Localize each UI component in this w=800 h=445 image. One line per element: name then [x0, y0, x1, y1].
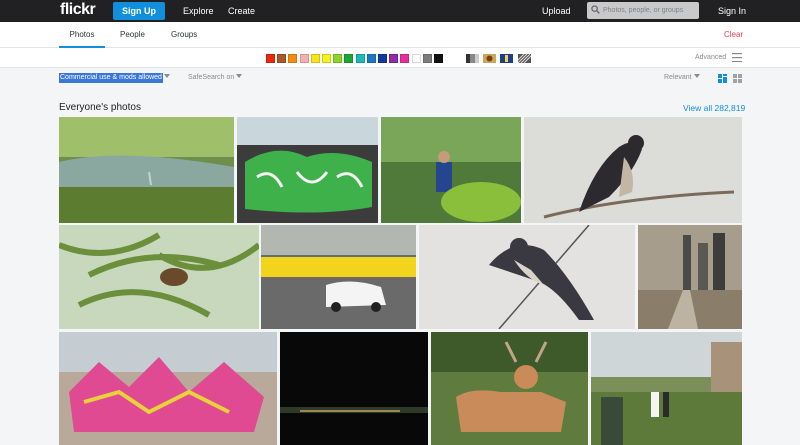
photo-park-wedding[interactable]: [591, 332, 742, 445]
tab-groups[interactable]: Groups: [171, 22, 197, 48]
search-input[interactable]: Photos, people, or groups: [587, 2, 699, 19]
photo-swallow-on-branch[interactable]: [524, 117, 742, 223]
black-and-white-icon[interactable]: [466, 54, 479, 63]
chevron-down-icon[interactable]: [694, 74, 700, 78]
patterns-icon[interactable]: [518, 54, 531, 63]
grid-view-icon[interactable]: [733, 74, 742, 83]
license-filter[interactable]: Commercial use & mods allowed: [59, 73, 163, 83]
advanced-menu-icon[interactable]: [732, 53, 742, 62]
sort-dropdown[interactable]: Relevant: [664, 73, 692, 83]
photo-bird-in-leaves[interactable]: [59, 225, 259, 329]
color-swatch[interactable]: [299, 54, 309, 63]
shallow-depth-icon[interactable]: [483, 54, 496, 63]
search-icon: [591, 5, 600, 14]
color-swatch[interactable]: [266, 54, 275, 63]
filter-row: Commercial use & mods allowed SafeSearch…: [0, 69, 800, 89]
photo-pink-graffiti[interactable]: [59, 332, 277, 445]
color-swatch[interactable]: [322, 54, 331, 63]
color-swatch[interactable]: [355, 54, 365, 63]
color-swatch[interactable]: [333, 54, 343, 63]
color-swatch[interactable]: [277, 54, 287, 63]
flickr-logo[interactable]: flickr: [60, 1, 96, 19]
color-swatch[interactable]: [434, 54, 443, 63]
color-swatch[interactable]: [422, 54, 432, 63]
nav-explore[interactable]: Explore: [183, 0, 214, 22]
photo-fallow-deer[interactable]: [431, 332, 588, 445]
justified-view-icon[interactable]: [718, 74, 727, 83]
tab-photos[interactable]: Photos: [59, 22, 105, 48]
photo-man-in-garden[interactable]: [381, 117, 521, 223]
chevron-down-icon[interactable]: [164, 74, 170, 78]
view-all-link[interactable]: View all 282,819: [683, 103, 745, 113]
photo-night-city[interactable]: [280, 332, 428, 445]
photo-heron-river[interactable]: [59, 117, 234, 223]
tab-people[interactable]: People: [120, 22, 145, 48]
photo-city-road[interactable]: [638, 225, 742, 329]
top-bar: flickr Sign Up Explore Create Upload Pho…: [0, 0, 800, 22]
photo-bike-race-car[interactable]: [261, 225, 416, 329]
chevron-down-icon[interactable]: [236, 74, 242, 78]
search-type-tabs: Photos People Groups Clear: [0, 22, 800, 48]
search-placeholder: Photos, people, or groups: [603, 7, 684, 14]
color-swatch[interactable]: [344, 54, 354, 63]
color-swatch[interactable]: [310, 54, 320, 63]
advanced-link[interactable]: Advanced: [695, 48, 726, 68]
color-swatch[interactable]: [389, 54, 399, 63]
clear-button[interactable]: Clear: [724, 22, 743, 48]
color-swatch[interactable]: [378, 54, 387, 63]
color-swatch[interactable]: [366, 54, 376, 63]
section-title: Everyone's photos: [59, 102, 141, 113]
color-swatch[interactable]: [288, 54, 298, 63]
nav-create[interactable]: Create: [228, 0, 255, 22]
signin-link[interactable]: Sign In: [718, 0, 746, 22]
nav-upload[interactable]: Upload: [542, 0, 571, 22]
color-filter-bar: Advanced: [0, 48, 800, 68]
color-swatch[interactable]: [400, 54, 410, 63]
signup-button[interactable]: Sign Up: [113, 2, 165, 20]
minimalism-icon[interactable]: [500, 54, 513, 63]
photo-green-graffiti[interactable]: [237, 117, 378, 223]
safesearch-filter[interactable]: SafeSearch on: [188, 73, 234, 83]
color-swatch[interactable]: [411, 54, 421, 63]
photo-swallow-on-wire[interactable]: [419, 225, 635, 329]
